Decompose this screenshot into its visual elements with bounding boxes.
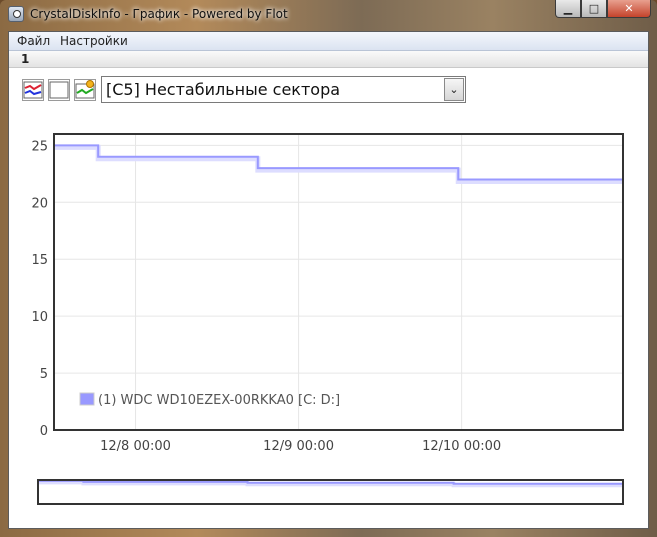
overview-chart[interactable] — [9, 477, 648, 517]
client-area: Файл Настройки 1 [C5] Нестабильные секто… — [8, 31, 649, 529]
y-tick-label: 20 — [31, 196, 48, 211]
maximize-icon: □ — [588, 2, 600, 15]
chevron-down-icon[interactable]: ⌄ — [444, 78, 464, 101]
attribute-select-value: [C5] Нестабильные сектора — [106, 80, 341, 99]
x-tick-label: 12/10 00:00 — [422, 439, 501, 454]
maximize-button[interactable]: □ — [581, 0, 607, 18]
menu-bar: Файл Настройки — [9, 32, 648, 51]
x-tick-label: 12/9 00:00 — [263, 439, 334, 454]
x-tick-label: 12/8 00:00 — [100, 439, 171, 454]
y-tick-label: 5 — [40, 367, 48, 382]
tab-bar: 1 — [9, 51, 648, 68]
y-tick-label: 0 — [40, 424, 48, 439]
attribute-select[interactable]: [C5] Нестабильные сектора ⌄ — [101, 76, 466, 103]
window-title: CrystalDiskInfo - График - Powered by Fl… — [30, 7, 288, 21]
minimize-button[interactable]: ▁ — [555, 0, 581, 18]
legend-label: (1) WDC WD10EZEX-00RKKA0 [C: D:] — [98, 393, 340, 408]
y-tick-label: 15 — [31, 253, 48, 268]
blank-icon[interactable] — [48, 79, 70, 101]
tab-1[interactable]: 1 — [21, 52, 29, 66]
menu-file[interactable]: Файл — [17, 34, 50, 48]
series-shadow — [54, 144, 623, 185]
menu-settings[interactable]: Настройки — [60, 34, 128, 48]
plot-frame — [53, 133, 624, 431]
chart-refresh-icon[interactable] — [74, 79, 96, 101]
y-tick-label: 10 — [31, 310, 48, 325]
app-window: CrystalDiskInfo - График - Powered by Fl… — [0, 0, 657, 537]
close-icon: ✕ — [624, 2, 634, 15]
title-bar[interactable]: CrystalDiskInfo - График - Powered by Fl… — [0, 0, 657, 30]
smart-history-chart: 0 5 10 15 20 25 12/8 00:00 12/9 00:00 12/10 00:… — [31, 133, 624, 454]
series-line — [54, 144, 623, 181]
window-controls: ▁ □ ✕ — [555, 0, 651, 20]
app-icon — [8, 6, 24, 22]
close-button[interactable]: ✕ — [607, 0, 651, 18]
chart-icon[interactable] — [22, 79, 44, 101]
minimize-icon: ▁ — [563, 2, 573, 15]
y-tick-label: 25 — [31, 139, 48, 154]
legend-swatch — [79, 392, 95, 406]
